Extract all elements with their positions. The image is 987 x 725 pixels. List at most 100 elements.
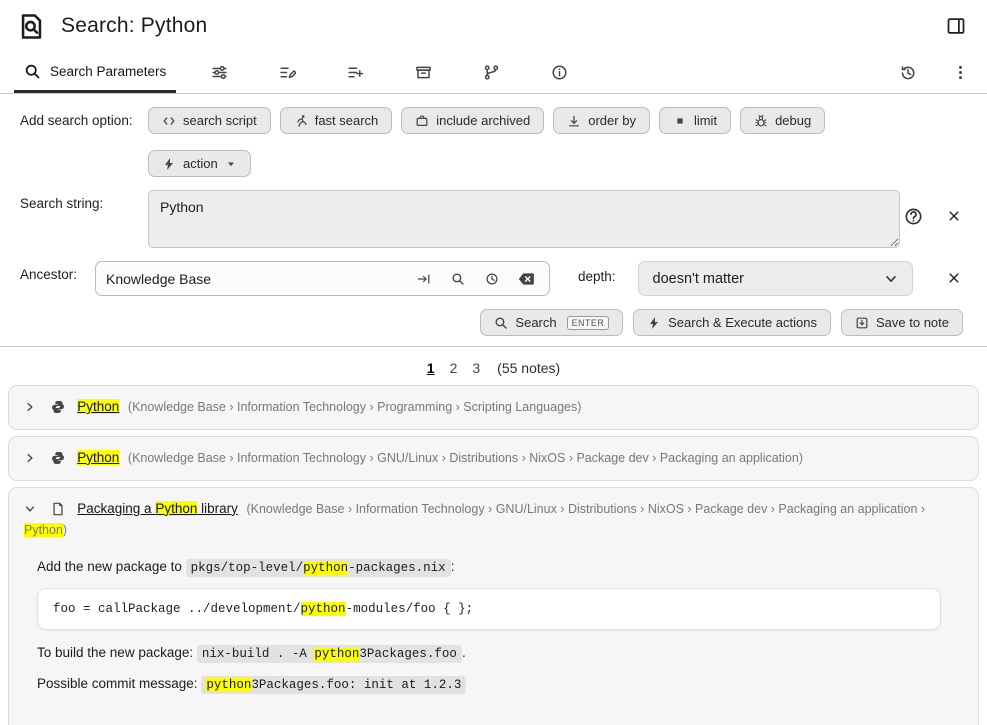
path-text: (Knowledge Base › Information Technology… — [246, 502, 925, 516]
search-execute-actions-button[interactable]: Search & Execute actions — [633, 309, 831, 336]
search-actions-row: Search ENTER Search & Execute actions Sa… — [20, 309, 967, 336]
chevron-right-icon[interactable] — [24, 452, 36, 464]
basic-properties-sliders-icon[interactable] — [206, 60, 232, 86]
code-icon — [162, 114, 176, 128]
button-label: limit — [694, 113, 717, 128]
jump-to-note-icon[interactable] — [411, 266, 437, 292]
search-button[interactable]: Search ENTER — [480, 309, 623, 336]
right-pane-toggle-icon[interactable] — [943, 13, 969, 39]
chevron-right-icon[interactable] — [24, 401, 36, 413]
debug-bug-icon — [754, 114, 768, 128]
preview-paragraph: Add the new package to pkgs/top-level/py… — [37, 559, 941, 575]
button-label: order by — [588, 113, 636, 128]
highlighted-match: python — [303, 561, 348, 575]
result-title-link[interactable]: Packaging a Python library — [77, 501, 238, 516]
note-page-icon — [51, 502, 65, 516]
lightning-icon — [647, 316, 661, 330]
order-by-button[interactable]: order by — [553, 107, 650, 134]
button-label: Search — [515, 315, 556, 330]
search-parameters-panel: Add search option: search script fast se… — [0, 94, 987, 336]
code-text: 3Packages.foo — [359, 647, 457, 661]
button-label: Save to note — [876, 315, 949, 330]
preview-paragraph: To build the new package: nix-build . -A… — [37, 645, 941, 661]
search-icon[interactable] — [445, 266, 471, 292]
search-string-input[interactable]: Python — [148, 190, 900, 248]
chevron-down-icon[interactable] — [24, 503, 36, 515]
paragraph-text: . — [462, 645, 466, 660]
paragraph-text: Add the new package to — [37, 559, 186, 574]
code-text: -modules/foo { }; — [346, 602, 474, 616]
inherited-attributes-add-list-icon[interactable] — [342, 60, 368, 86]
limit-button[interactable]: limit — [659, 107, 731, 134]
help-icon[interactable] — [900, 203, 926, 229]
search-script-button[interactable]: search script — [148, 107, 271, 134]
kebab-menu-icon[interactable] — [947, 60, 973, 86]
button-label: Search & Execute actions — [668, 315, 817, 330]
button-label: fast search — [315, 113, 379, 128]
debug-button[interactable]: debug — [740, 107, 825, 134]
note-info-icon[interactable] — [546, 60, 572, 86]
code-block: foo = callPackage ../development/python-… — [37, 588, 941, 630]
highlighted-match: Python — [155, 501, 197, 516]
include-archived-button[interactable]: include archived — [401, 107, 544, 134]
note-map-branch-icon[interactable] — [478, 60, 504, 86]
close-ancestor-icon[interactable] — [941, 261, 967, 287]
caret-down-icon — [225, 158, 237, 170]
search-results: Python (Knowledge Base › Information Tec… — [0, 385, 987, 725]
depth-select[interactable]: doesn't matter — [638, 261, 913, 296]
button-label: action — [183, 156, 218, 171]
result-path: (Knowledge Base › Information Technology… — [128, 451, 803, 465]
add-search-option-label: Add search option: — [20, 107, 148, 128]
search-option-buttons: search script fast search include archiv… — [148, 107, 940, 177]
result-header: Python (Knowledge Base › Information Tec… — [24, 397, 963, 418]
page-3-link[interactable]: 3 — [472, 360, 480, 376]
result-card: Python (Knowledge Base › Information Tec… — [8, 436, 979, 481]
result-card-expanded: Packaging a Python library (Knowledge Ba… — [8, 487, 979, 725]
depth-select-value: doesn't matter — [653, 271, 744, 287]
result-count: (55 notes) — [497, 360, 560, 376]
paragraph-text: To build the new package: — [37, 645, 197, 660]
python-icon — [51, 400, 65, 414]
order-by-icon — [567, 114, 581, 128]
ancestor-input[interactable] — [106, 271, 402, 287]
save-note-icon — [855, 316, 869, 330]
result-title-link[interactable]: Python — [77, 399, 119, 414]
python-icon — [51, 451, 65, 465]
title-bar: Search: Python — [0, 0, 987, 52]
ribbon-right — [895, 52, 973, 93]
button-label: debug — [775, 113, 811, 128]
highlighted-match: python — [301, 602, 346, 616]
run-icon — [294, 114, 308, 128]
chevron-down-icon — [884, 272, 898, 286]
page-2-link[interactable]: 2 — [450, 360, 458, 376]
enter-key-badge: ENTER — [567, 316, 610, 330]
briefcase-icon — [415, 114, 429, 128]
note-paths-archive-icon[interactable] — [410, 60, 436, 86]
inline-code: nix-build . -A python3Packages.foo — [197, 645, 462, 663]
search-string-trailing — [900, 190, 967, 229]
result-header: Packaging a Python library (Knowledge Ba… — [24, 499, 963, 540]
title-text: library — [197, 501, 238, 516]
result-title-link[interactable]: Python — [77, 450, 119, 465]
save-to-note-button[interactable]: Save to note — [841, 309, 963, 336]
button-label: include archived — [436, 113, 530, 128]
inline-code: pkgs/top-level/python-packages.nix — [186, 559, 451, 577]
page-1-link[interactable]: 1 — [427, 360, 435, 376]
add-search-option-row: Add search option: search script fast se… — [20, 107, 967, 177]
ancestor-input-box — [95, 261, 550, 296]
fast-search-button[interactable]: fast search — [280, 107, 393, 134]
pagination: 1 2 3 (55 notes) — [0, 347, 987, 385]
recent-notes-clock-icon[interactable] — [479, 266, 505, 292]
highlighted-match: python — [314, 647, 359, 661]
ribbon: Search Parameters — [0, 52, 987, 94]
highlighted-match: Python — [77, 450, 119, 465]
tab-search-parameters[interactable]: Search Parameters — [14, 52, 176, 93]
owned-attributes-edit-list-icon[interactable] — [274, 60, 300, 86]
button-label: search script — [183, 113, 257, 128]
paragraph-text: : — [451, 559, 455, 574]
page-title: Search: Python — [61, 14, 207, 38]
action-button[interactable]: action — [148, 150, 251, 177]
clear-backspace-icon[interactable] — [513, 266, 539, 292]
note-revisions-history-icon[interactable] — [895, 60, 921, 86]
close-search-string-icon[interactable] — [941, 203, 967, 229]
